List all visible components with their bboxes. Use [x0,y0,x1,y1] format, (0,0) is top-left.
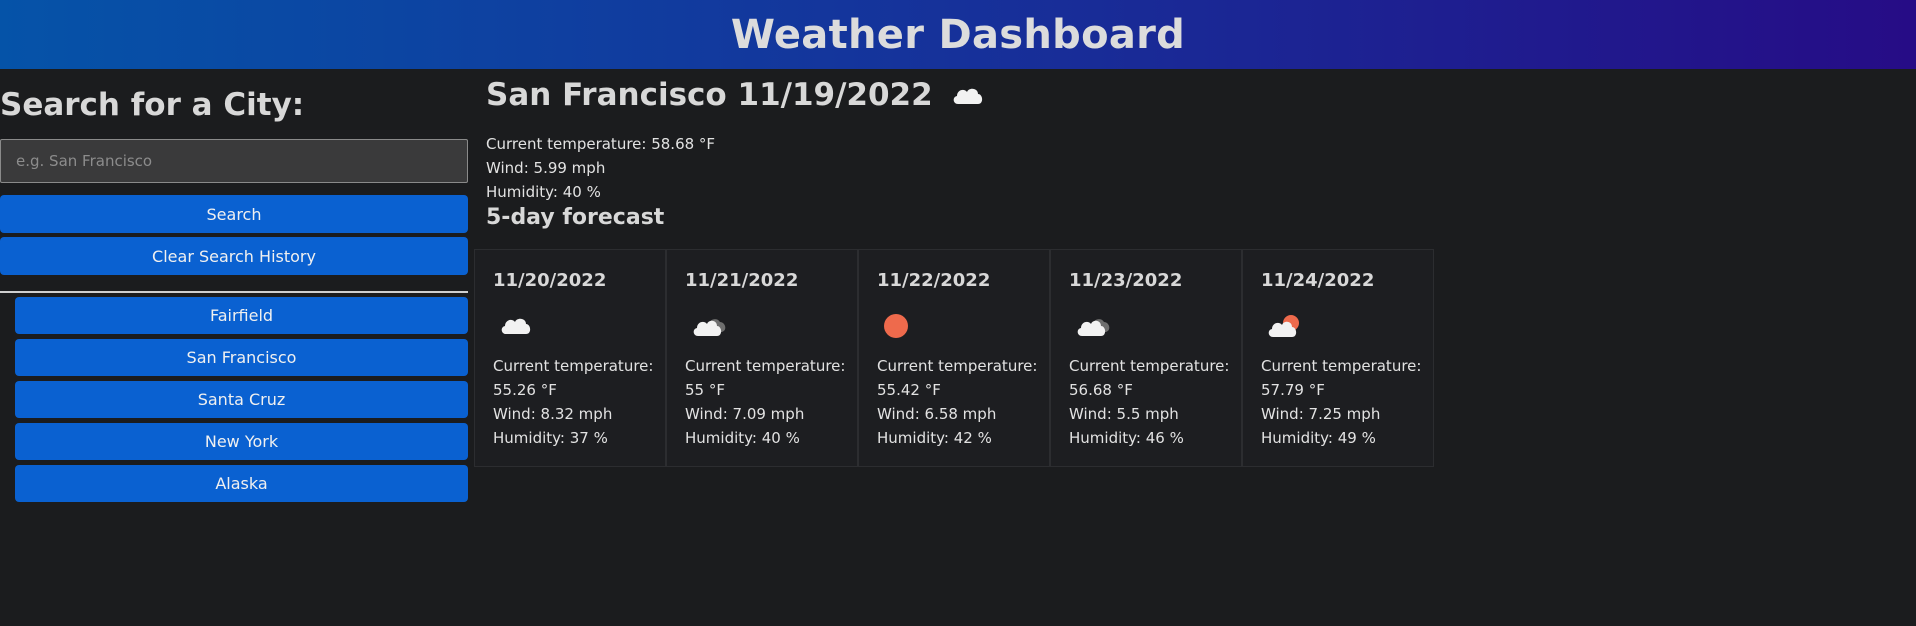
forecast-date: 11/22/2022 [877,270,991,291]
sun-icon [883,313,917,343]
current-temperature: Current temperature: 58.68 °F [486,135,716,153]
broken-clouds-icon [691,313,729,343]
forecast-card: 11/23/2022 Current temperature: 56.68 °F… [1050,249,1242,467]
forecast-card: 11/24/2022 Current temperature: 57.79 °F… [1242,249,1434,467]
forecast-temp-label: Current temperature: [1069,357,1230,375]
forecast-humidity: Humidity: 46 % [1069,429,1184,447]
forecast-wind: Wind: 8.32 mph [493,405,613,423]
search-heading: Search for a City: [0,87,305,123]
history-item-fairfield[interactable]: Fairfield [15,297,468,334]
forecast-humidity: Humidity: 40 % [685,429,800,447]
page-header: Weather Dashboard [0,0,1916,69]
history-item-alaska[interactable]: Alaska [15,465,468,502]
forecast-humidity: Humidity: 37 % [493,429,608,447]
forecast-temp-label: Current temperature: [1261,357,1422,375]
forecast-date: 11/23/2022 [1069,270,1183,291]
forecast-date: 11/20/2022 [493,270,607,291]
search-history-list: Fairfield San Francisco Santa Cruz New Y… [15,297,468,507]
forecast-temp: 55.26 °F [493,381,557,399]
forecast-wind: Wind: 7.09 mph [685,405,805,423]
clear-history-button[interactable]: Clear Search History [0,237,468,275]
page-title: Weather Dashboard [730,11,1186,58]
forecast-wind: Wind: 5.5 mph [1069,405,1179,423]
forecast-stats: Current temperature: 55.26 °F Wind: 8.32… [493,354,653,450]
forecast-card: 11/21/2022 Current temperature: 55 °F Wi… [666,249,858,467]
history-item-new-york[interactable]: New York [15,423,468,460]
forecast-humidity: Humidity: 42 % [877,429,992,447]
forecast-temp-label: Current temperature: [493,357,654,375]
current-weather-title: San Francisco 11/19/2022 [486,77,985,113]
history-item-san-francisco[interactable]: San Francisco [15,339,468,376]
forecast-card: 11/20/2022 Current temperature: 55.26 °F… [474,249,666,467]
forecast-heading: 5-day forecast [486,205,665,230]
forecast-card: 11/22/2022 Current temperature: 55.42 °F… [858,249,1050,467]
forecast-cards: 11/20/2022 Current temperature: 55.26 °F… [474,249,1434,467]
forecast-stats: Current temperature: 55.42 °F Wind: 6.58… [877,354,1037,450]
forecast-humidity: Humidity: 49 % [1261,429,1376,447]
search-button[interactable]: Search [0,195,468,233]
forecast-temp-label: Current temperature: [877,357,1038,375]
forecast-wind: Wind: 7.25 mph [1261,405,1381,423]
forecast-temp: 57.79 °F [1261,381,1325,399]
forecast-temp: 56.68 °F [1069,381,1133,399]
forecast-stats: Current temperature: 56.68 °F Wind: 5.5 … [1069,354,1229,450]
forecast-temp: 55 °F [685,381,725,399]
forecast-temp: 55.42 °F [877,381,941,399]
broken-clouds-icon [1075,313,1113,343]
forecast-wind: Wind: 6.58 mph [877,405,997,423]
sidebar-divider [0,291,468,293]
forecast-stats: Current temperature: 55 °F Wind: 7.09 mp… [685,354,845,450]
current-wind: Wind: 5.99 mph [486,159,606,177]
forecast-date: 11/24/2022 [1261,270,1375,291]
partly-cloudy-icon [1267,313,1305,343]
current-humidity: Humidity: 40 % [486,183,601,201]
cloud-icon [951,83,985,111]
forecast-date: 11/21/2022 [685,270,799,291]
history-item-santa-cruz[interactable]: Santa Cruz [15,381,468,418]
city-search-input[interactable] [0,139,468,183]
city-date-heading: San Francisco 11/19/2022 [486,77,933,113]
forecast-temp-label: Current temperature: [685,357,846,375]
cloud-icon [499,313,533,341]
forecast-stats: Current temperature: 57.79 °F Wind: 7.25… [1261,354,1421,450]
current-weather-details: Current temperature: 58.68 °F Wind: 5.99… [486,132,715,204]
